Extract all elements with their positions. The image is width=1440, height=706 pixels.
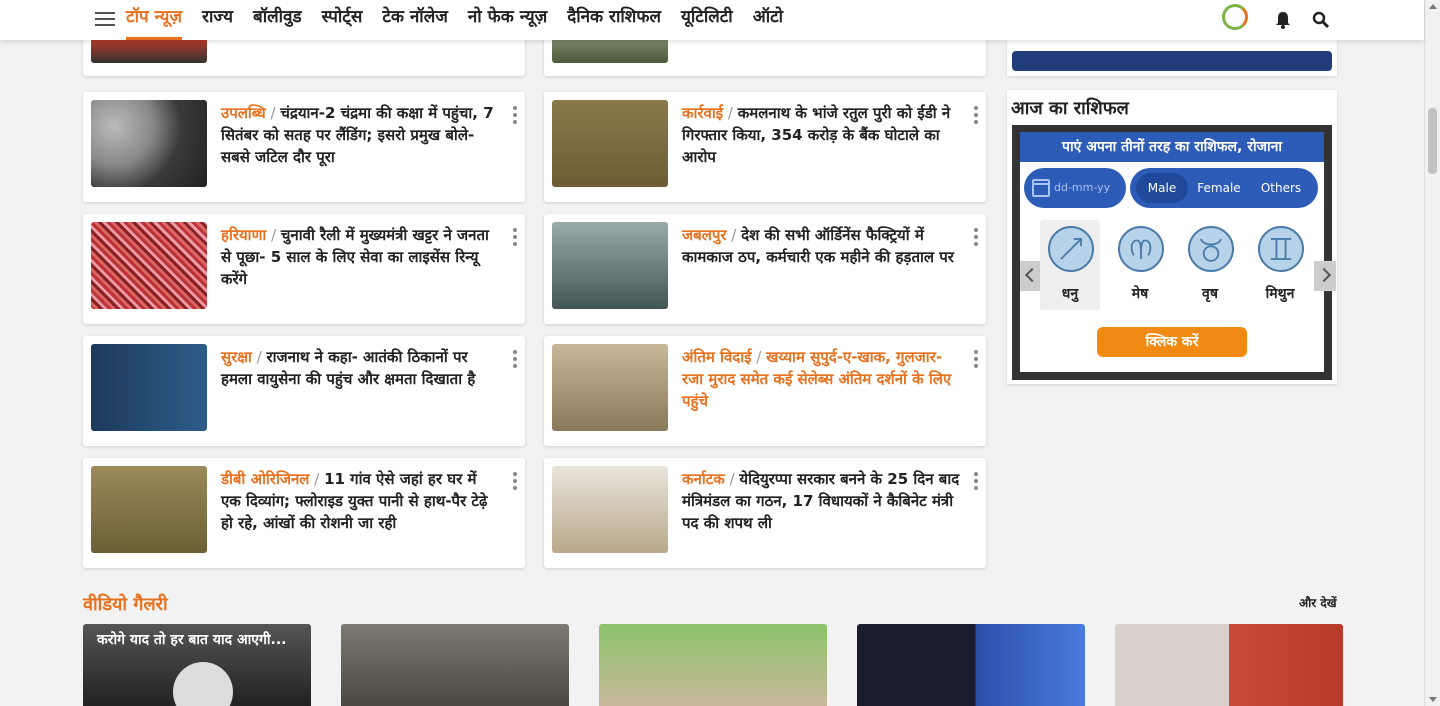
nav-link-utility[interactable]: यूटिलिटी [681,0,733,40]
news-thumbnail[interactable] [552,466,668,553]
news-card[interactable]: कर्नाटक / येदियुरप्पा सरकार बनने के 25 द… [544,458,986,568]
more-options-icon[interactable] [974,472,978,490]
news-thumbnail[interactable] [91,100,207,187]
news-card[interactable]: कार्रवाई / कमलनाथ के भांजे रतुल पुरी को … [544,92,986,202]
nav-link-top-news[interactable]: टॉप न्यूज़ [126,0,183,40]
aries-icon [1118,226,1164,272]
video-thumbnail[interactable] [1115,624,1343,706]
date-placeholder: dd-mm-yy [1054,181,1111,194]
taurus-icon [1188,226,1234,272]
gender-others-button[interactable]: Others [1250,173,1312,203]
news-category[interactable]: सुरक्षा [221,348,252,366]
gemini-icon [1258,226,1304,272]
more-options-icon[interactable] [513,106,517,124]
rashifal-widget: आज का राशिफल पाएं अपना तीनों तरह का राशि… [1007,90,1337,384]
zodiac-sign-mithun[interactable]: मिथुन [1250,220,1310,310]
news-category[interactable]: उपलब्धि [221,104,266,122]
chevron-left-icon[interactable] [1020,261,1042,291]
news-card[interactable]: सुरक्षा / राजनाथ ने कहा- आतंकी ठिकानों प… [83,336,525,446]
nav-link-sports[interactable]: स्पोर्ट्स [322,0,363,40]
page-scrollbar[interactable] [1424,0,1440,706]
sagittarius-icon [1048,226,1094,272]
more-options-icon[interactable] [513,350,517,368]
news-headline[interactable]: उपलब्धि / चंद्रयान-2 चंद्रमा की कक्षा मे… [221,102,501,168]
rashifal-click-button[interactable]: क्लिक करें [1097,327,1247,357]
news-thumbnail[interactable] [552,38,668,63]
zodiac-sign-vrish[interactable]: वृष [1180,220,1240,310]
video-thumbnail[interactable] [857,624,1085,706]
news-headline[interactable]: कर्नाटक / येदियुरप्पा सरकार बनने के 25 द… [682,468,962,534]
news-headline[interactable]: जबलपुर / देश की सभी ऑर्डिनेंस फैक्ट्रियो… [682,224,962,268]
news-category[interactable]: अंतिम विदाई [682,348,752,366]
nav-link-auto[interactable]: ऑटो [753,0,783,40]
news-category[interactable]: डीबी ओरिजिनल [221,470,309,488]
news-thumbnail[interactable] [552,344,668,431]
gender-selector: Male Female Others [1130,168,1318,208]
gender-male-button[interactable]: Male [1136,173,1188,203]
news-category[interactable]: हरियाणा [221,226,266,244]
nav-link-no-fake-news[interactable]: नो फेक न्यूज़ [468,0,547,40]
rashifal-banner: पाएं अपना तीनों तरह का राशिफल, रोजाना [1020,132,1324,162]
video-gallery-title[interactable]: वीडियो गैलरी [83,592,168,616]
bell-icon[interactable] [1273,10,1293,30]
news-thumbnail[interactable] [91,222,207,309]
video-thumbnail[interactable]: करोगे याद तो हर बात याद आएगी... [83,624,311,706]
news-card[interactable]: हरियाणा / चुनावी रैली में मुख्यमंत्री खट… [83,214,525,324]
nav-link-states[interactable]: राज्य [202,0,233,40]
news-thumbnail[interactable] [91,344,207,431]
video-thumbnail[interactable] [599,624,827,706]
news-card[interactable]: उपलब्धि / चंद्रयान-2 चंद्रमा की कक्षा मे… [83,92,525,202]
nav-links: टॉप न्यूज़ राज्य बॉलीवुड स्पोर्ट्स टेक न… [126,0,803,40]
more-options-icon[interactable] [513,472,517,490]
zodiac-sign-dhanu[interactable]: धनु [1040,220,1100,310]
more-options-icon[interactable] [513,228,517,246]
news-category[interactable]: कर्नाटक [682,470,725,488]
sidebar-widget [1007,40,1337,76]
rashifal-frame: पाएं अपना तीनों तरह का राशिफल, रोजाना dd… [1012,125,1336,380]
nav-link-rashifal[interactable]: दैनिक राशिफल [567,0,661,40]
news-card[interactable]: डीबी ओरिजिनल / 11 गांव ऐसे जहां हर घर मे… [83,458,525,568]
nav-link-bollywood[interactable]: बॉलीवुड [253,0,302,40]
more-options-icon[interactable] [974,228,978,246]
scrollbar-thumb[interactable] [1428,108,1437,174]
video-caption: करोगे याद तो हर बात याद आएगी... [97,632,287,648]
calendar-icon [1032,179,1050,197]
news-headline[interactable]: डीबी ओरिजिनल / 11 गांव ऐसे जहां हर घर मे… [221,468,501,534]
see-more-link[interactable]: और देखें [1299,594,1337,611]
scroll-down-icon[interactable] [1429,697,1437,702]
date-input[interactable]: dd-mm-yy [1024,168,1126,208]
news-headline[interactable]: कार्रवाई / कमलनाथ के भांजे रतुल पुरी को … [682,102,962,168]
zodiac-sign-mesh[interactable]: मेष [1110,220,1170,310]
rashifal-title: आज का राशिफल [1011,98,1129,119]
video-thumbnail[interactable] [341,624,569,706]
video-face-image [173,662,233,706]
sidebar-banner-bar[interactable] [1012,51,1332,71]
news-headline[interactable]: अंतिम विदाई / खय्याम सुपुर्द-ए-खाक, गुलज… [682,346,962,412]
news-card[interactable]: अंतिम विदाई / खय्याम सुपुर्द-ए-खाक, गुलज… [544,336,986,446]
news-category[interactable]: जबलपुर [682,226,727,244]
menu-icon[interactable] [95,12,115,26]
news-headline[interactable]: हरियाणा / चुनावी रैली में मुख्यमंत्री खट… [221,224,501,290]
scroll-up-icon[interactable] [1429,4,1437,9]
search-icon[interactable] [1311,10,1331,30]
more-options-icon[interactable] [974,350,978,368]
site-logo-icon[interactable] [1222,4,1248,30]
news-thumbnail[interactable] [552,222,668,309]
rashifal-panel: पाएं अपना तीनों तरह का राशिफल, रोजाना dd… [1020,132,1336,372]
news-category[interactable]: कार्रवाई [682,104,723,122]
more-options-icon[interactable] [974,106,978,124]
news-card[interactable]: जबलपुर / देश की सभी ऑर्डिनेंस फैक्ट्रियो… [544,214,986,324]
news-thumbnail[interactable] [552,100,668,187]
zodiac-carousel: धनु मेष वृष मिथुन [1040,220,1320,312]
news-thumbnail[interactable] [91,38,207,63]
gender-female-button[interactable]: Female [1188,173,1250,203]
top-navbar: टॉप न्यूज़ राज्य बॉलीवुड स्पोर्ट्स टेक न… [0,0,1424,40]
news-thumbnail[interactable] [91,466,207,553]
news-headline[interactable]: सुरक्षा / राजनाथ ने कहा- आतंकी ठिकानों प… [221,346,501,390]
nav-link-tech[interactable]: टेक नॉलेज [382,0,448,40]
